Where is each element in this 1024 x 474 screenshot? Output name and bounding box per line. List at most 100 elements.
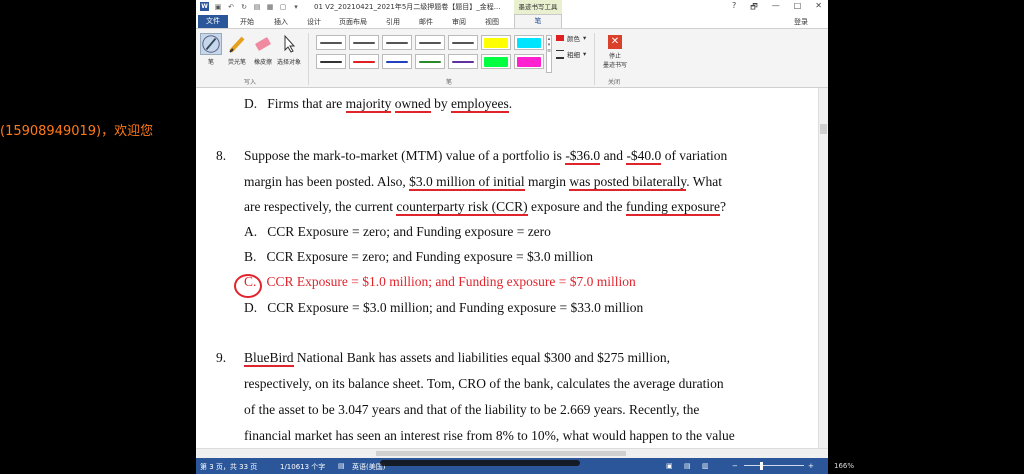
- tab-file[interactable]: 文件: [198, 15, 228, 28]
- vertical-scrollbar[interactable]: [818, 88, 828, 448]
- color-icon: [556, 35, 564, 41]
- pen-stroke-icon: [517, 57, 541, 67]
- zoom-slider[interactable]: [744, 465, 804, 466]
- text: ?: [719, 199, 726, 214]
- pen-style-swatch[interactable]: [349, 54, 379, 69]
- pen-gallery: [316, 35, 548, 73]
- page-count[interactable]: 第 3 页，共 33 页: [200, 462, 257, 472]
- read-mode-icon[interactable]: ▣: [666, 462, 673, 470]
- pen-style-swatch[interactable]: [415, 54, 445, 69]
- close-icon[interactable]: ✕: [815, 1, 822, 15]
- zoom-percentage[interactable]: 166%: [834, 462, 854, 470]
- tab-layout[interactable]: 页面布局: [339, 17, 367, 27]
- pen-style-swatch[interactable]: [481, 35, 511, 50]
- tab-mailings[interactable]: 邮件: [419, 17, 433, 27]
- horizontal-scrollbar[interactable]: [196, 448, 828, 458]
- print-preview-icon[interactable]: ▦: [266, 3, 274, 11]
- text: of variation: [661, 148, 728, 163]
- highlighter-tool-button[interactable]: 荧光笔: [224, 33, 250, 66]
- tab-review[interactable]: 审阅: [452, 17, 466, 27]
- pen-gallery-scroll[interactable]: ▴ ▾ ≡: [546, 35, 552, 73]
- pen-stroke-icon: [386, 42, 408, 44]
- text: and: [600, 148, 627, 163]
- save-icon[interactable]: ▣: [214, 3, 222, 11]
- pen-stroke-icon: [419, 42, 441, 44]
- stop-inking-label-2: 墨迹书写: [602, 62, 627, 69]
- new-doc-icon[interactable]: ▢: [279, 3, 287, 11]
- ink-underline: BlueBird: [244, 350, 294, 367]
- word-count[interactable]: 1/10613 个字: [280, 462, 325, 472]
- select-object-tool-button[interactable]: 选择对象: [276, 33, 302, 66]
- pen-format-options: 颜色 ▾ 粗细 ▾: [556, 33, 586, 65]
- pen-style-swatch[interactable]: [514, 54, 544, 69]
- pen-style-swatch[interactable]: [382, 54, 412, 69]
- text: .: [508, 96, 513, 111]
- ink-underline: -$36.0: [565, 148, 601, 165]
- option-label: C.: [244, 274, 257, 289]
- option-label: A.: [244, 224, 258, 239]
- zoom-out-button[interactable]: −: [732, 462, 738, 470]
- tab-references[interactable]: 引用: [386, 17, 400, 27]
- watermark-text: (15908949019)，欢迎您: [0, 124, 154, 139]
- pen-stroke-icon: [386, 61, 408, 63]
- title-bar: W ▣ ↶ ↻ ▤ ▦ ▢ ▾ 01 V2_20210421_2021年5月二级…: [196, 0, 828, 14]
- pen-style-swatch[interactable]: [448, 35, 478, 50]
- stop-inking-button[interactable]: ✕ 停止 墨迹书写: [598, 33, 632, 69]
- pen-stroke-icon: [419, 61, 441, 63]
- print-layout-icon[interactable]: ▤: [684, 462, 691, 470]
- sign-in-link[interactable]: 登录: [794, 17, 808, 27]
- pen-style-swatch[interactable]: [481, 54, 511, 69]
- ribbon-pen: 笔 荧光笔 橡皮擦 选择对象 写入 ▴ ▾ ≡ 笔 颜色 ▾ 粗细 ▾ ✕ 停止 墨迹书…: [196, 28, 828, 88]
- maximize-icon[interactable]: □: [794, 1, 802, 15]
- tab-pen[interactable]: 笔: [514, 14, 562, 28]
- eraser-icon: [255, 37, 271, 51]
- document-page[interactable]: D. Firms that are majority owned by empl…: [196, 88, 818, 448]
- redo-icon[interactable]: ↻: [240, 3, 248, 11]
- ribbon-separator: [594, 33, 595, 85]
- text: margin has been posted. Also,: [244, 174, 410, 189]
- ink-underline: funding exposure: [625, 199, 720, 216]
- pen-color-button[interactable]: 颜色 ▾: [556, 33, 586, 43]
- pen-style-swatch[interactable]: [316, 54, 346, 69]
- pen-style-swatch[interactable]: [514, 35, 544, 50]
- group-label-close: 关闭: [608, 79, 621, 86]
- group-label-pen: 笔: [446, 79, 453, 86]
- word-app-icon: W: [200, 2, 209, 11]
- pen-style-swatch[interactable]: [382, 35, 412, 50]
- thickness-icon: [556, 49, 564, 59]
- pen-style-swatch[interactable]: [415, 35, 445, 50]
- left-black-margin: [0, 0, 196, 474]
- pen-style-swatch[interactable]: [316, 35, 346, 50]
- pen-style-swatch[interactable]: [349, 35, 379, 50]
- ribbon-display-icon[interactable]: 🗗: [750, 1, 758, 15]
- pen-thickness-button[interactable]: 粗细 ▾: [556, 49, 586, 59]
- pen-stroke-icon: [517, 38, 541, 48]
- select-object-icon: [284, 34, 296, 53]
- pen-tool-button[interactable]: 笔: [198, 33, 224, 66]
- ink-underline: owned: [394, 96, 431, 113]
- tab-view[interactable]: 视图: [485, 17, 499, 27]
- proofing-icon[interactable]: ▤: [338, 462, 345, 470]
- pen-style-swatch[interactable]: [448, 54, 478, 69]
- tab-design[interactable]: 设计: [307, 17, 321, 27]
- eraser-tool-button[interactable]: 橡皮擦: [250, 33, 276, 66]
- pen-stroke-icon: [353, 61, 375, 63]
- text: Suppose the mark-to-market (MTM) value o…: [244, 148, 566, 163]
- tab-insert[interactable]: 插入: [274, 17, 288, 27]
- minimize-icon[interactable]: —: [772, 1, 780, 15]
- tab-home[interactable]: 开始: [240, 17, 254, 27]
- undo-icon[interactable]: ↶: [227, 3, 235, 11]
- open-icon[interactable]: ▤: [253, 3, 261, 11]
- zoom-slider-knob[interactable]: [760, 462, 763, 470]
- option-text: CCR Exposure = zero; and Funding exposur…: [267, 224, 551, 239]
- customize-toolbar-icon[interactable]: ▾: [292, 3, 300, 11]
- zoom-in-button[interactable]: +: [808, 462, 814, 470]
- ink-underline: counterparty risk (CCR): [396, 199, 528, 216]
- highlighter-icon: [229, 36, 245, 53]
- horizontal-scroll-thumb[interactable]: [376, 451, 626, 456]
- help-icon[interactable]: ?: [732, 1, 736, 15]
- web-layout-icon[interactable]: ▥: [702, 462, 709, 470]
- option-text: CCR Exposure = $1.0 million; and Funding…: [266, 274, 636, 289]
- vertical-scroll-thumb[interactable]: [820, 124, 827, 134]
- pen-stroke-icon: [353, 42, 375, 44]
